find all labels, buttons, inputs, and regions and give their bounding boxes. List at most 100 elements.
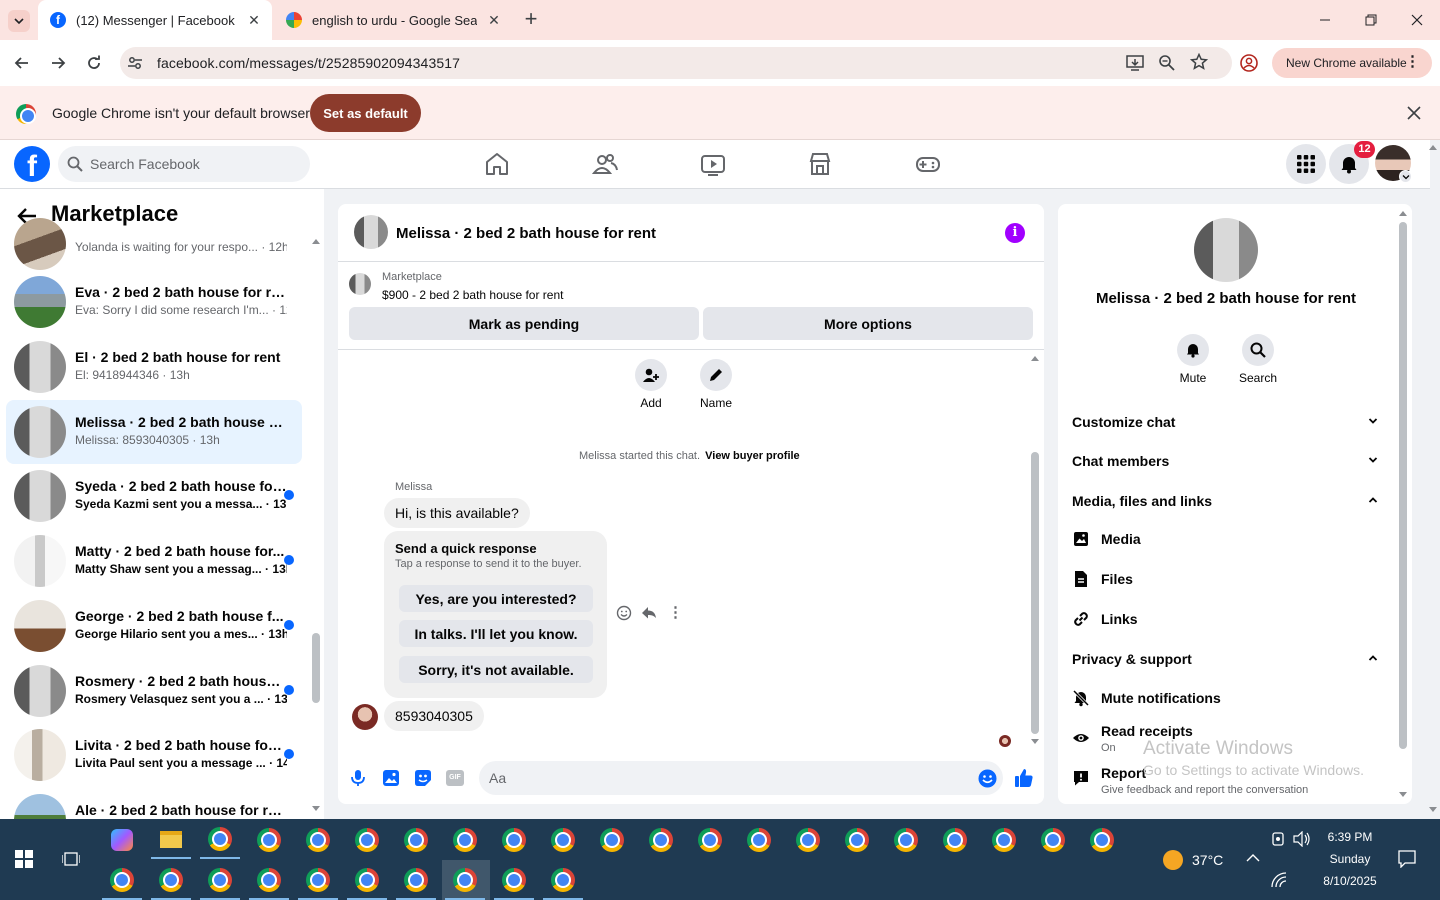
volume-icon[interactable] bbox=[1293, 831, 1311, 847]
new-chrome-available-button[interactable]: New Chrome available ⋮ bbox=[1272, 48, 1432, 78]
chrome-taskbar-button[interactable] bbox=[543, 821, 583, 859]
close-tab-icon[interactable]: ✕ bbox=[486, 12, 502, 28]
chrome-taskbar-button[interactable] bbox=[592, 821, 632, 859]
conversation-item[interactable]: Rosmery · 2 bed 2 bath house ... Rosmery… bbox=[6, 659, 302, 723]
chevron-up-icon[interactable] bbox=[1368, 653, 1378, 663]
photo-icon[interactable] bbox=[382, 769, 400, 787]
chrome-taskbar-button[interactable] bbox=[641, 821, 681, 859]
menu-button[interactable] bbox=[1286, 144, 1326, 184]
home-icon[interactable] bbox=[483, 150, 511, 178]
like-icon[interactable] bbox=[1014, 768, 1034, 788]
chevron-up-icon[interactable] bbox=[1246, 853, 1260, 863]
conversation-item[interactable]: Livita · 2 bed 2 bath house for ... Livi… bbox=[6, 723, 302, 787]
mute-notifications-item[interactable]: Mute notifications bbox=[1072, 689, 1221, 707]
facebook-logo[interactable]: f bbox=[14, 146, 50, 182]
chrome-taskbar-button[interactable] bbox=[200, 821, 240, 859]
reply-icon[interactable] bbox=[641, 605, 657, 621]
forward-button[interactable] bbox=[43, 48, 73, 78]
search-facebook-input[interactable]: Search Facebook bbox=[58, 146, 310, 182]
clock-time[interactable]: 6:39 PM bbox=[1316, 830, 1384, 844]
set-as-default-button[interactable]: Set as default bbox=[310, 94, 421, 132]
details-scrollbar-thumb[interactable] bbox=[1399, 222, 1407, 749]
bookmark-star-icon[interactable] bbox=[1190, 53, 1208, 71]
emoji-icon[interactable] bbox=[978, 769, 997, 788]
scroll-down-arrow[interactable] bbox=[311, 805, 321, 813]
files-item[interactable]: Files bbox=[1072, 570, 1133, 588]
site-info-icon[interactable] bbox=[126, 54, 144, 72]
customize-chat-section[interactable]: Customize chat bbox=[1072, 414, 1175, 430]
chrome-taskbar-button[interactable] bbox=[151, 862, 191, 900]
mark-as-pending-button[interactable]: Mark as pending bbox=[349, 307, 699, 340]
notification-center-icon[interactable] bbox=[1398, 850, 1416, 868]
close-tab-icon[interactable]: ✕ bbox=[246, 12, 262, 28]
chrome-taskbar-button[interactable] bbox=[788, 821, 828, 859]
gaming-icon[interactable] bbox=[914, 150, 942, 178]
chevron-up-icon[interactable] bbox=[1368, 495, 1378, 505]
chat-scrollbar-thumb[interactable] bbox=[1031, 452, 1039, 734]
gif-icon[interactable]: GIF bbox=[446, 770, 464, 786]
add-people-button[interactable] bbox=[635, 359, 667, 391]
message-composer[interactable]: Aa bbox=[479, 761, 1003, 795]
chrome-taskbar-button[interactable] bbox=[347, 862, 387, 900]
chat-title[interactable]: Melissa · 2 bed 2 bath house for rent bbox=[396, 225, 656, 242]
start-button[interactable] bbox=[4, 840, 44, 878]
details-scroll-down-arrow[interactable] bbox=[1398, 791, 1408, 799]
chat-info-icon[interactable]: i bbox=[1005, 223, 1025, 243]
chrome-taskbar-button[interactable] bbox=[886, 821, 926, 859]
chrome-taskbar-button[interactable] bbox=[298, 821, 338, 859]
chrome-taskbar-button[interactable] bbox=[347, 821, 387, 859]
chrome-taskbar-button[interactable] bbox=[837, 821, 877, 859]
meet-now-icon[interactable] bbox=[1270, 831, 1286, 847]
chrome-taskbar-button[interactable] bbox=[690, 821, 730, 859]
chrome-taskbar-button[interactable] bbox=[249, 862, 289, 900]
more-options-button[interactable]: More options bbox=[703, 307, 1033, 340]
chrome-taskbar-button[interactable] bbox=[1082, 821, 1122, 859]
conversation-item[interactable]: Matty · 2 bed 2 bath house for... Matty … bbox=[6, 529, 302, 593]
more-actions-icon[interactable]: ⋮ bbox=[668, 604, 683, 622]
quick-reply-in-talks[interactable]: In talks. I'll let you know. bbox=[399, 620, 593, 647]
conversation-item[interactable]: Ale · 2 bed 2 bath house for re... bbox=[6, 788, 302, 819]
marketplace-icon[interactable] bbox=[806, 150, 834, 178]
chrome-taskbar-button[interactable] bbox=[298, 862, 338, 900]
task-view-button[interactable] bbox=[51, 840, 91, 878]
microphone-icon[interactable] bbox=[349, 769, 367, 787]
copilot-app-icon[interactable] bbox=[102, 821, 142, 859]
chrome-taskbar-button[interactable] bbox=[984, 821, 1024, 859]
quick-reply-not-available[interactable]: Sorry, it's not available. bbox=[399, 656, 593, 683]
tab-google-search[interactable]: english to urdu - Google Search ✕ bbox=[274, 0, 512, 40]
chrome-taskbar-button[interactable] bbox=[1033, 821, 1073, 859]
conversation-item[interactable]: El · 2 bed 2 bath house for rent El: 941… bbox=[6, 335, 302, 399]
message-bubble[interactable]: 8593040305 bbox=[384, 701, 484, 731]
tab-messenger[interactable]: f (12) Messenger | Facebook ✕ bbox=[38, 0, 272, 40]
name-chat-button[interactable] bbox=[700, 359, 732, 391]
conversation-item[interactable]: George · 2 bed 2 bath house f... George … bbox=[6, 594, 302, 658]
links-item[interactable]: Links bbox=[1072, 610, 1138, 628]
chrome-taskbar-button[interactable] bbox=[543, 862, 583, 900]
chrome-taskbar-button[interactable] bbox=[739, 821, 779, 859]
tab-search-button[interactable] bbox=[8, 10, 30, 32]
view-buyer-profile-link[interactable]: View buyer profile bbox=[705, 450, 800, 462]
kebab-menu-icon[interactable]: ⋮ bbox=[1405, 54, 1420, 70]
sticker-icon[interactable] bbox=[414, 769, 432, 787]
friends-icon[interactable] bbox=[591, 150, 619, 178]
listing-title[interactable]: $900 - 2 bed 2 bath house for rent bbox=[382, 288, 563, 302]
chat-scroll-up-arrow[interactable] bbox=[1030, 354, 1040, 362]
account-chevron-icon[interactable] bbox=[1399, 170, 1412, 183]
page-scroll-up-arrow[interactable] bbox=[1428, 143, 1438, 151]
scrollbar-thumb[interactable] bbox=[312, 633, 320, 703]
clock-date[interactable]: 8/10/2025 bbox=[1316, 874, 1384, 888]
privacy-support-section[interactable]: Privacy & support bbox=[1072, 651, 1192, 667]
conversation-item[interactable]: Eva · 2 bed 2 bath house for rent Eva: S… bbox=[6, 270, 302, 334]
media-item[interactable]: Media bbox=[1072, 530, 1141, 548]
chevron-down-icon[interactable] bbox=[1368, 416, 1378, 426]
reload-button[interactable] bbox=[79, 48, 109, 78]
mute-button[interactable] bbox=[1177, 334, 1209, 366]
quick-reply-yes[interactable]: Yes, are you interested? bbox=[399, 585, 593, 612]
chat-members-section[interactable]: Chat members bbox=[1072, 453, 1169, 469]
conversation-item[interactable]: Yolanda is waiting for your respo... · 1… bbox=[6, 212, 302, 276]
page-scroll-down-arrow[interactable] bbox=[1428, 806, 1438, 814]
video-icon[interactable] bbox=[699, 150, 727, 178]
close-infobar-icon[interactable] bbox=[1406, 105, 1422, 121]
conversation-item-selected[interactable]: Melissa · 2 bed 2 bath house for... Meli… bbox=[6, 400, 302, 464]
message-bubble[interactable]: Hi, is this available? bbox=[384, 498, 530, 528]
